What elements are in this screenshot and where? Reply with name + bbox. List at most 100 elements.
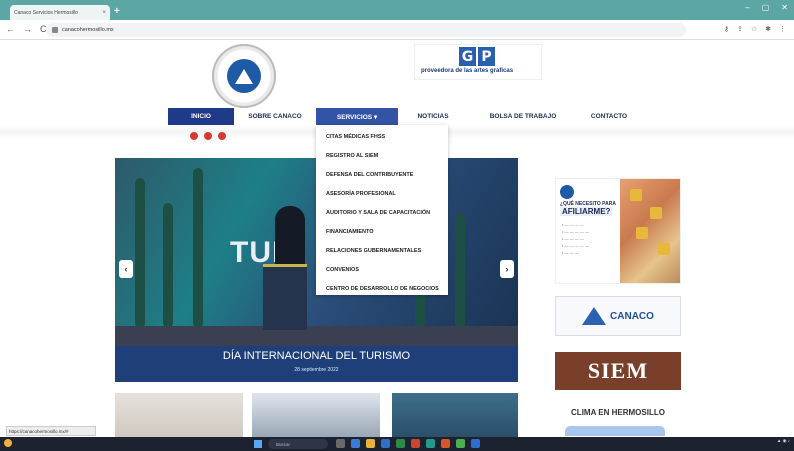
siem-text: SIEM	[587, 358, 649, 383]
afiliate-banner[interactable]: ¿QUÉ NECESITO PARA AFILIARME? • — — — — •…	[555, 178, 681, 284]
weather-heading: CLIMA EN HERMOSILLO	[571, 408, 665, 417]
menu-item-citas-medicas[interactable]: CITAS MÉDICAS FHSS	[316, 127, 448, 146]
nav-contacto[interactable]: CONTACTO	[578, 108, 640, 125]
menu-item-financiamiento[interactable]: FINANCIAMIENTO	[316, 222, 448, 241]
back-button[interactable]: ←	[6, 24, 15, 34]
decor-cactus	[455, 213, 465, 328]
nav-sobre-canaco[interactable]: SOBRE CANACO	[234, 108, 316, 125]
menu-item-centro-negocios[interactable]: CENTRO DE DESARROLLO DE NEGOCIOS	[316, 279, 448, 298]
instagram-icon[interactable]	[204, 132, 212, 140]
sponsor-text: proveedora de las artes graficas	[421, 68, 514, 74]
servicios-dropdown: CITAS MÉDICAS FHSS REGISTRO AL SIEM DEFE…	[316, 125, 448, 295]
menu-item-auditorio[interactable]: AUDITORIO Y SALA DE CAPACITACIÓN	[316, 203, 448, 222]
siem-banner[interactable]: SIEM	[555, 352, 681, 390]
close-icon[interactable]: ×	[102, 10, 106, 16]
canaco-triangle-icon	[582, 307, 607, 325]
puzzle-piece	[650, 207, 662, 219]
hands-puzzle-image	[620, 179, 680, 283]
news-thumbnail[interactable]	[115, 393, 243, 437]
sponsor-logo: G P	[459, 47, 495, 66]
nav-servicios[interactable]: SERVICIOS ▾	[316, 108, 398, 125]
slider-next-button[interactable]: ›	[500, 260, 514, 278]
canaco-small-logo	[560, 185, 574, 199]
os-taskbar: Buscar ▲ ◉ ♪	[0, 437, 794, 451]
decor-cactus	[193, 168, 203, 328]
weather-widget[interactable]	[565, 426, 665, 436]
folder-icon[interactable]	[366, 439, 375, 448]
news-thumbnail[interactable]	[392, 393, 518, 437]
puzzle-piece	[636, 227, 648, 239]
app-icon[interactable]	[456, 439, 465, 448]
url-text: canacohermosillo.mx	[62, 27, 114, 33]
main-nav: INICIO SOBRE CANACO SERVICIOS ▾ NOTICIAS…	[168, 108, 640, 125]
nav-noticias[interactable]: NOTICIAS	[398, 108, 468, 125]
menu-item-asesoria-profesional[interactable]: ASESORÍA PROFESIONAL	[316, 184, 448, 203]
canaco-triangle-icon	[235, 68, 253, 84]
app-icon[interactable]	[441, 439, 450, 448]
decor-cactus	[135, 178, 145, 328]
window-controls: – ▢ ✕	[745, 3, 788, 12]
chrome-icon[interactable]	[426, 439, 435, 448]
decor-cactus	[163, 203, 173, 328]
url-field[interactable]: canacohermosillo.mx	[46, 23, 686, 37]
sponsor-banner[interactable]: G P proveedora de las artes graficas	[414, 44, 542, 80]
sponsor-letter-p: P	[478, 47, 495, 66]
slide-title[interactable]: DÍA INTERNACIONAL DEL TURISMO	[115, 350, 518, 362]
share-icon[interactable]: ⇪	[737, 25, 743, 33]
canaco-emblem	[227, 59, 261, 93]
menu-item-defensa-contribuyente[interactable]: DEFENSA DEL CONTRIBUYENTE	[316, 165, 448, 184]
status-url: https://canacohermosillo.mx/#	[6, 426, 96, 436]
powerpoint-icon[interactable]	[411, 439, 420, 448]
browser-tab[interactable]: Canaco Servicios Hermosillo ×	[10, 5, 110, 20]
forward-button[interactable]: →	[23, 24, 32, 34]
minimize-button[interactable]: –	[745, 3, 749, 12]
task-view-icon[interactable]	[336, 439, 345, 448]
menu-icon[interactable]: ⋮	[779, 25, 786, 33]
puzzle-icon[interactable]: ✱	[765, 25, 771, 33]
canaco-logo[interactable]	[212, 44, 276, 108]
afiliate-requirements: • — — — — • — — — — — • — — — — • — — — — —…	[562, 222, 589, 255]
puzzle-piece	[658, 243, 670, 255]
maximize-button[interactable]: ▢	[762, 3, 770, 12]
clock-time: ▲ ◉ ♪	[776, 438, 790, 443]
slide-caption: DÍA INTERNACIONAL DEL TURISMO 28 septiem…	[115, 346, 518, 382]
windows-start-icon[interactable]	[254, 440, 262, 448]
facebook-icon[interactable]	[218, 132, 226, 140]
taskbar-apps	[336, 439, 480, 448]
slider-prev-button[interactable]: ‹	[119, 260, 133, 278]
centro-negocios-banner[interactable]: CANACO	[555, 296, 681, 336]
close-window-button[interactable]: ✕	[781, 3, 788, 12]
nav-inicio[interactable]: INICIO	[168, 108, 234, 125]
star-icon[interactable]: ☆	[751, 25, 757, 33]
browser-tab-bar: Canaco Servicios Hermosillo × + – ▢ ✕	[0, 0, 794, 20]
extension-icons: ⚷ ⇪ ☆ ✱ ⋮	[724, 25, 786, 33]
sun-icon	[4, 439, 12, 447]
menu-item-convenios[interactable]: CONVENIOS	[316, 260, 448, 279]
menu-item-relaciones-gubernamentales[interactable]: RELACIONES GUBERNAMENTALES	[316, 241, 448, 260]
slide-date: 28 septiembre 2022	[294, 367, 339, 373]
outlook-icon[interactable]	[471, 439, 480, 448]
youtube-icon[interactable]	[190, 132, 198, 140]
system-tray[interactable]: ▲ ◉ ♪	[777, 438, 790, 444]
puzzle-piece	[630, 189, 642, 201]
tab-title: Canaco Servicios Hermosillo	[14, 9, 78, 16]
nav-bolsa-de-trabajo[interactable]: BOLSA DE TRABAJO	[468, 108, 578, 125]
news-thumbnail[interactable]	[252, 393, 380, 437]
key-icon[interactable]: ⚷	[724, 25, 729, 33]
browser-nav: ← → C	[6, 24, 47, 34]
edge-icon[interactable]	[351, 439, 360, 448]
podium	[263, 264, 307, 330]
new-tab-button[interactable]: +	[114, 6, 120, 17]
excel-icon[interactable]	[396, 439, 405, 448]
taskbar-search[interactable]: Buscar	[268, 439, 328, 449]
lock-icon	[52, 27, 58, 33]
word-icon[interactable]	[381, 439, 390, 448]
address-bar: ← → C canacohermosillo.mx ⚷ ⇪ ☆ ✱ ⋮	[0, 20, 794, 40]
afiliate-title: AFILIARME?	[560, 207, 613, 216]
menu-item-registro-siem[interactable]: REGISTRO AL SIEM	[316, 146, 448, 165]
speaker	[275, 206, 305, 268]
negocios-text: CANACO	[610, 310, 654, 322]
sponsor-letter-g: G	[459, 47, 476, 66]
social-strip-left	[190, 132, 226, 140]
taskbar-weather[interactable]	[4, 439, 12, 447]
